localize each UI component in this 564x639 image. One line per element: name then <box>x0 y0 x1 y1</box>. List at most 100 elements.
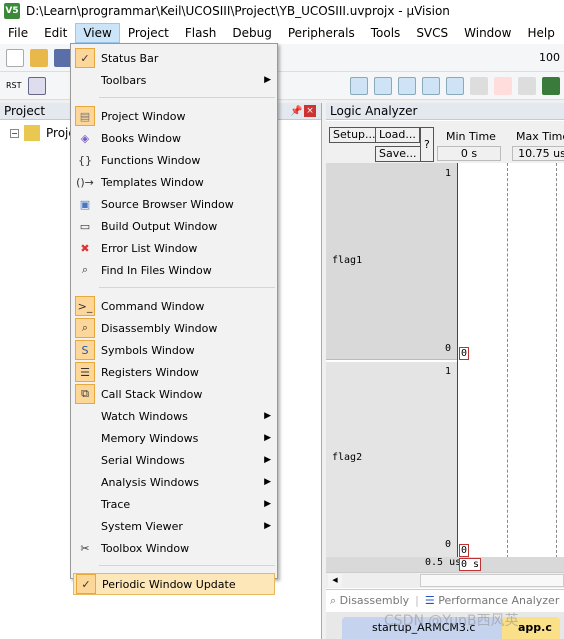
menu-item-registers-window[interactable]: ☰ Registers Window <box>73 361 275 383</box>
menu-flash[interactable]: Flash <box>177 23 224 43</box>
submenu-arrow-icon: ▶ <box>264 521 271 531</box>
collapse-icon[interactable]: − <box>10 129 19 138</box>
cursor-line[interactable] <box>457 163 458 558</box>
menu-item-system-viewer[interactable]: System Viewer ▶ <box>73 515 275 537</box>
watch-window-icon[interactable] <box>422 76 440 95</box>
memory-window-icon[interactable] <box>446 76 464 95</box>
menu-item-disassembly-window[interactable]: ⌕ Disassembly Window <box>73 317 275 339</box>
books-icon: ◈ <box>80 131 90 145</box>
submenu-arrow-icon: ▶ <box>264 75 271 85</box>
close-icon[interactable]: × <box>304 105 316 117</box>
flag1-low: 0 <box>444 343 451 354</box>
load-button[interactable]: Load... <box>375 127 420 143</box>
logic-analyzer-title: Logic Analyzer <box>330 104 418 118</box>
menu-view[interactable]: View <box>75 23 120 43</box>
menu-item-label: Periodic Window Update <box>102 577 236 591</box>
help-button[interactable]: ? <box>420 127 434 162</box>
menu-item-analysis-windows[interactable]: Analysis Windows ▶ <box>73 471 275 493</box>
menu-item-books-window[interactable]: ◈ Books Window <box>73 127 275 149</box>
reset-button[interactable]: RST <box>6 81 22 90</box>
performance-tab-label: Performance Analyzer <box>438 594 560 607</box>
menu-project[interactable]: Project <box>120 23 177 43</box>
flag1-label: flag1 <box>332 255 363 266</box>
setup-button[interactable]: Setup... <box>329 127 380 143</box>
braces-icon: {} <box>78 153 92 167</box>
new-file-icon[interactable] <box>6 48 24 67</box>
menu-item-find-in-files-window[interactable]: ⌕ Find In Files Window <box>73 259 275 281</box>
symbols-window-icon[interactable] <box>350 76 368 95</box>
open-folder-icon[interactable] <box>30 48 48 67</box>
registers-window-icon[interactable] <box>374 76 392 95</box>
signal-row-flag1[interactable]: 1 flag1 0 <box>326 163 457 360</box>
menu-separator <box>99 287 275 288</box>
menu-item-label: System Viewer <box>101 519 183 533</box>
trace-icon[interactable] <box>518 76 536 95</box>
performance-analyzer-tab[interactable]: ☰ Performance Analyzer <box>425 594 559 607</box>
menu-help[interactable]: Help <box>519 23 562 43</box>
menu-item-toolbars[interactable]: Toolbars ▶ <box>73 69 275 91</box>
time-scale: 0.5 us <box>425 557 462 568</box>
flag1-cursor-value: 0 <box>459 347 470 360</box>
menu-item-label: Build Output Window <box>101 219 218 233</box>
menu-tools[interactable]: Tools <box>363 23 409 43</box>
serial-window-icon[interactable] <box>470 76 488 95</box>
cursor-time: 0 s <box>459 558 482 571</box>
menu-item-label: Call Stack Window <box>101 387 203 401</box>
max-time-value: 10.75 us <box>512 146 564 161</box>
flag2-low: 0 <box>444 539 451 550</box>
uvision-logo-icon: V5 <box>4 3 20 19</box>
menu-item-source-browser-window[interactable]: ▣ Source Browser Window <box>73 193 275 215</box>
system-viewer-icon[interactable] <box>542 76 560 95</box>
menu-item-label: Trace <box>101 497 131 511</box>
menu-item-status-bar[interactable]: ✓ Status Bar <box>73 47 275 69</box>
flag1-high: 1 <box>444 168 451 179</box>
disassembly-tab[interactable]: ⌕ Disassembly <box>330 594 409 608</box>
menu-item-serial-windows[interactable]: Serial Windows ▶ <box>73 449 275 471</box>
save-button[interactable]: Save... <box>375 146 421 162</box>
menu-item-project-window[interactable]: ▤ Project Window <box>73 105 275 127</box>
step-icon[interactable] <box>27 76 46 95</box>
window-title: D:\Learn\programmar\Keil\UCOSIII\Project… <box>26 4 450 18</box>
menu-peripherals[interactable]: Peripherals <box>280 23 363 43</box>
menu-item-trace[interactable]: Trace ▶ <box>73 493 275 515</box>
menu-item-label: Toolbox Window <box>101 541 190 555</box>
flag2-cursor-value: 0 <box>459 544 470 557</box>
min-time-label: Min Time <box>446 130 496 143</box>
menu-item-error-list-window[interactable]: ✖ Error List Window <box>73 237 275 259</box>
watermark: CSDN @YunB西风英 <box>384 613 519 629</box>
menu-item-label: Templates Window <box>101 175 204 189</box>
error-x-icon: ✖ <box>80 241 90 255</box>
menu-svcs[interactable]: SVCS <box>408 23 456 43</box>
menu-item-templates-window[interactable]: ()→ Templates Window <box>73 171 275 193</box>
submenu-arrow-icon: ▶ <box>264 411 271 421</box>
menu-item-toolbox-window[interactable]: ✂ Toolbox Window <box>73 537 275 559</box>
call-stack-icon[interactable] <box>398 76 416 95</box>
menu-item-label: Toolbars <box>101 73 147 87</box>
scrollbar-thumb[interactable] <box>420 574 564 587</box>
flag2-high: 1 <box>444 366 451 377</box>
menu-item-functions-window[interactable]: {} Functions Window <box>73 149 275 171</box>
menu-item-periodic-window-update[interactable]: ✓ Periodic Window Update <box>73 573 275 595</box>
menu-item-command-window[interactable]: >_ Command Window <box>73 295 275 317</box>
analysis-window-icon[interactable] <box>494 76 512 95</box>
menu-debug[interactable]: Debug <box>224 23 279 43</box>
menu-item-label: Find In Files Window <box>101 263 212 277</box>
menu-separator <box>99 565 275 566</box>
menu-item-label: Watch Windows <box>101 409 188 423</box>
menu-item-build-output-window[interactable]: ▭ Build Output Window <box>73 215 275 237</box>
menu-item-memory-windows[interactable]: Memory Windows ▶ <box>73 427 275 449</box>
menu-item-watch-windows[interactable]: Watch Windows ▶ <box>73 405 275 427</box>
menu-item-symbols-window[interactable]: S Symbols Window <box>73 339 275 361</box>
performance-icon: ☰ <box>424 594 435 607</box>
view-menu-dropdown: ✓ Status Bar Toolbars ▶ ▤ Project Window ◈ Book… <box>70 43 278 595</box>
menu-item-call-stack-window[interactable]: ⧉ Call Stack Window <box>73 383 275 405</box>
horizontal-scrollbar[interactable]: ◀ <box>326 572 564 588</box>
scroll-left-icon[interactable]: ◀ <box>328 574 342 587</box>
submenu-arrow-icon: ▶ <box>264 433 271 443</box>
project-icon <box>24 125 40 141</box>
pin-icon[interactable]: 📌 <box>290 106 302 117</box>
signal-row-flag2[interactable]: 1 flag2 0 <box>326 362 457 557</box>
menu-file[interactable]: File <box>0 23 36 43</box>
menu-edit[interactable]: Edit <box>36 23 75 43</box>
menu-window[interactable]: Window <box>456 23 519 43</box>
